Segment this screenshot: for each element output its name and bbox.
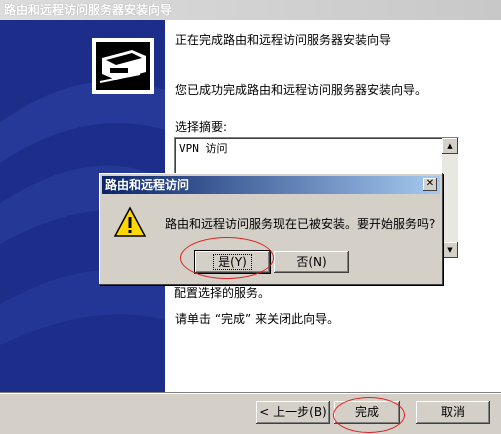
yes-button[interactable]: 是(Y) [194,250,271,274]
back-button[interactable]: < 上一步(B) [256,401,330,424]
wizard-title-bar: 路由和远程访问服务器安装向导 [0,0,501,20]
warning-icon [113,206,147,237]
dialog-title: 路由和远程访问 [105,178,190,192]
dialog-title-bar: 路由和远程访问 ✕ [102,176,440,194]
cancel-button[interactable]: 取消 [416,401,490,424]
no-button[interactable]: 否(N) [274,251,349,273]
finish-button[interactable]: 完成 [334,401,400,424]
intro-text: 您已成功完成路由和远程访问服务器安装向导。 [175,83,428,97]
yes-label: 是(Y) [213,254,252,270]
close-instruction-text: 请单击 “完成” 来关闭此向导。 [175,312,340,326]
confirm-dialog: 路由和远程访问 ✕ 路由和远程访问服务现在已被安装。要开始服务吗? 是(Y) 否… [99,173,443,285]
summary-label: 选择摘要: [175,120,228,134]
scroll-down-icon[interactable]: ▼ [442,242,458,258]
summary-scrollbar[interactable]: ▲ ▼ [442,138,458,258]
page-title: 正在完成路由和远程访问服务器安装向导 [175,33,392,47]
network-icon [92,38,154,94]
dialog-message: 路由和远程访问服务现在已被安装。要开始服务吗? [165,217,436,231]
scroll-up-icon[interactable]: ▲ [442,138,458,154]
config-text: 配置选择的服务。 [174,286,271,300]
button-separator [0,392,501,394]
close-icon[interactable]: ✕ [423,178,437,191]
summary-text: VPN 访问 [179,142,228,155]
